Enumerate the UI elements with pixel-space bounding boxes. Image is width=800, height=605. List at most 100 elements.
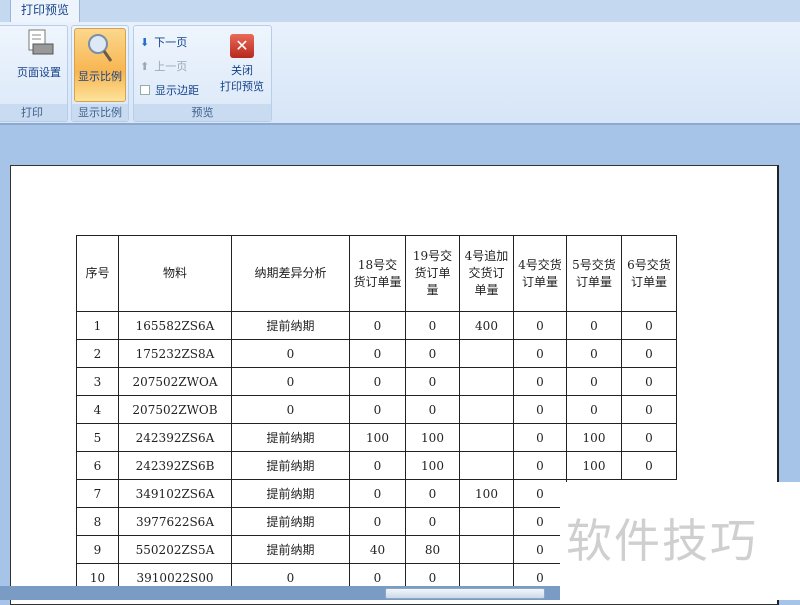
next-page-button[interactable]: ⬇ 下一页 bbox=[140, 34, 187, 50]
table-cell: 0 bbox=[349, 367, 406, 396]
table-cell: 0 bbox=[566, 339, 622, 368]
table-cell: 0 bbox=[513, 311, 567, 340]
table-cell: 0 bbox=[349, 451, 406, 480]
table-cell: 0 bbox=[513, 395, 567, 424]
table-cell: 提前纳期 bbox=[231, 311, 350, 340]
tab-print-preview[interactable]: 打印预览 bbox=[10, 0, 80, 23]
table-cell: 100 bbox=[566, 451, 622, 480]
column-header: 4号追加交货订单量 bbox=[459, 235, 514, 312]
table-cell: 0 bbox=[513, 339, 567, 368]
table-cell: 0 bbox=[566, 395, 622, 424]
zoom-button[interactable]: 显示比例 bbox=[74, 28, 126, 102]
table-cell: 349102ZS6A bbox=[118, 479, 232, 508]
table-cell bbox=[459, 535, 514, 564]
table-cell: 80 bbox=[405, 535, 460, 564]
column-header: 序号 bbox=[76, 235, 119, 312]
table-cell: 2 bbox=[76, 339, 119, 368]
table-row: 3 207502ZWOA 0 0 0 0 0 0 bbox=[76, 367, 677, 396]
table-cell: 提前纳期 bbox=[231, 507, 350, 536]
ribbon: 页面设置 打印 显示比例 显示比例 ⬇ 下一页 ⬆ 上一页 显示边距 ✕ 关闭 打印… bbox=[0, 22, 800, 125]
column-header: 纳期差异分析 bbox=[231, 235, 350, 312]
table-cell: 0 bbox=[513, 423, 567, 452]
column-header: 4号交货订单量 bbox=[513, 235, 567, 312]
next-page-label: 下一页 bbox=[154, 36, 188, 49]
table-cell: 0 bbox=[513, 451, 567, 480]
table-cell: 0 bbox=[513, 367, 567, 396]
table-cell: 0 bbox=[621, 367, 677, 396]
close-preview-button[interactable]: ✕ 关闭 打印预览 bbox=[214, 34, 270, 94]
table-cell: 9 bbox=[76, 535, 119, 564]
table-cell: 100 bbox=[405, 451, 460, 480]
table-cell: 100 bbox=[405, 423, 460, 452]
table-cell: 1 bbox=[76, 311, 119, 340]
preview-group-label: 预览 bbox=[134, 104, 271, 121]
close-icon: ✕ bbox=[230, 34, 254, 58]
print-group-label: 打印 bbox=[0, 104, 67, 121]
table-cell: 207502ZWOA bbox=[118, 367, 232, 396]
table-cell: 0 bbox=[621, 423, 677, 452]
close-label-1: 关闭 bbox=[231, 64, 253, 77]
table-cell: 提前纳期 bbox=[231, 423, 350, 452]
preview-group: ⬇ 下一页 ⬆ 上一页 显示边距 ✕ 关闭 打印预览 预览 bbox=[133, 25, 272, 122]
table-cell: 0 bbox=[405, 479, 460, 508]
prev-page-label: 上一页 bbox=[154, 60, 188, 73]
table-cell: 0 bbox=[231, 395, 350, 424]
table-cell: 175232ZS8A bbox=[118, 339, 232, 368]
table-cell: 100 bbox=[566, 423, 622, 452]
table-cell: 0 bbox=[231, 367, 350, 396]
table-cell: 4 bbox=[76, 395, 119, 424]
table-cell: 0 bbox=[349, 395, 406, 424]
table-cell: 0 bbox=[349, 339, 406, 368]
table-cell: 0 bbox=[405, 311, 460, 340]
printer-page-icon bbox=[23, 28, 55, 60]
next-page-icon: ⬇ bbox=[140, 35, 150, 49]
column-header: 5号交货订单量 bbox=[566, 235, 622, 312]
table-cell: 0 bbox=[405, 367, 460, 396]
table-cell: 100 bbox=[349, 423, 406, 452]
table-cell: 3977622S6A bbox=[118, 507, 232, 536]
table-cell bbox=[459, 451, 514, 480]
prev-page-button[interactable]: ⬆ 上一页 bbox=[140, 58, 187, 74]
show-margins-label: 显示边距 bbox=[155, 84, 199, 97]
table-cell bbox=[459, 367, 514, 396]
prev-page-icon: ⬆ bbox=[140, 59, 150, 73]
horizontal-scrollbar[interactable] bbox=[0, 586, 560, 600]
table-cell: 0 bbox=[231, 339, 350, 368]
table-cell: 3 bbox=[76, 367, 119, 396]
column-header: 物料 bbox=[118, 235, 232, 312]
table-cell: 0 bbox=[349, 311, 406, 340]
table-cell: 40 bbox=[349, 535, 406, 564]
table-cell: 0 bbox=[349, 479, 406, 508]
zoom-group: 显示比例 显示比例 bbox=[71, 25, 129, 122]
table-cell: 0 bbox=[621, 339, 677, 368]
table-cell: 0 bbox=[621, 395, 677, 424]
table-cell: 7 bbox=[76, 479, 119, 508]
table-cell: 0 bbox=[566, 367, 622, 396]
table-cell: 0 bbox=[405, 395, 460, 424]
table-cell: 0 bbox=[621, 451, 677, 480]
table-cell: 207502ZWOB bbox=[118, 395, 232, 424]
table-cell: 5 bbox=[76, 423, 119, 452]
print-group: 页面设置 打印 bbox=[0, 25, 68, 122]
table-cell: 0 bbox=[621, 311, 677, 340]
table-cell: 提前纳期 bbox=[231, 479, 350, 508]
table-row: 6 242392ZS6B 提前纳期 0 100 0 100 0 bbox=[76, 451, 677, 480]
table-cell bbox=[459, 423, 514, 452]
table-cell: 0 bbox=[513, 507, 567, 536]
show-margins-checkbox[interactable]: 显示边距 bbox=[140, 82, 199, 98]
page-setup-button[interactable]: 页面设置 bbox=[11, 28, 67, 80]
table-cell: 0 bbox=[405, 507, 460, 536]
table-cell: 0 bbox=[513, 535, 567, 564]
magnifier-icon bbox=[84, 32, 116, 64]
ribbon-tab-bar: 打印预览 bbox=[0, 0, 800, 23]
table-cell: 0 bbox=[513, 479, 567, 508]
table-cell: 8 bbox=[76, 507, 119, 536]
table-cell: 165582ZS6A bbox=[118, 311, 232, 340]
page-setup-label: 页面设置 bbox=[17, 66, 61, 79]
table-row: 5 242392ZS6A 提前纳期 100 100 0 100 0 bbox=[76, 423, 677, 452]
zoom-label: 显示比例 bbox=[78, 70, 122, 83]
table-row: 1 165582ZS6A 提前纳期 0 0 400 0 0 0 bbox=[76, 311, 677, 340]
zoom-group-label: 显示比例 bbox=[72, 104, 128, 121]
scrollbar-thumb[interactable] bbox=[385, 588, 545, 599]
table-cell: 242392ZS6B bbox=[118, 451, 232, 480]
